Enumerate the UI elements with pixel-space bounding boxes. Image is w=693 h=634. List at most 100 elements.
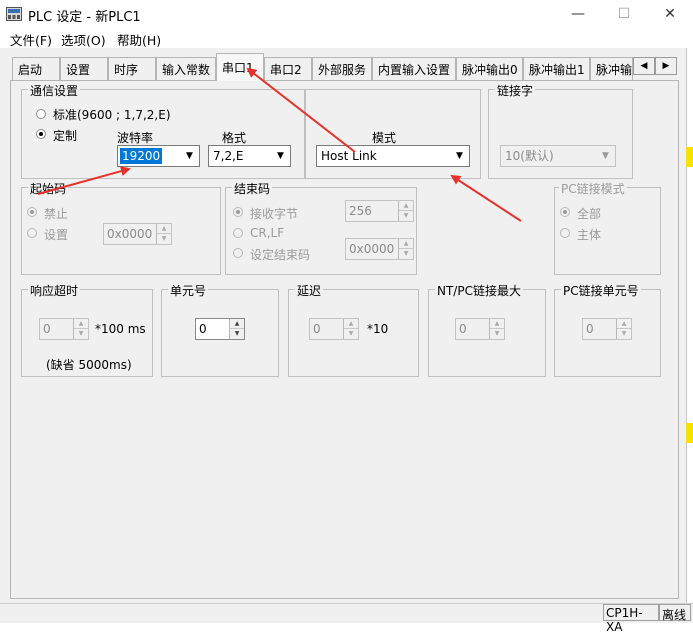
- status-model: CP1H-XA: [603, 604, 659, 634]
- comm-settings-label: 通信设置: [28, 82, 81, 99]
- format-label: 格式: [222, 131, 247, 145]
- spin-up-icon[interactable]: ▲: [399, 239, 413, 249]
- pc-link-unit-input[interactable]: 0 ▲ ▼: [582, 318, 632, 340]
- set-end-code-radio[interactable]: [233, 248, 243, 258]
- background-highlight: [686, 147, 693, 167]
- pc-link-all-label: 全部: [577, 207, 602, 221]
- menu-options[interactable]: 选项(O): [61, 30, 106, 49]
- nt-pc-link-max-label: NT/PC链接最大: [435, 282, 523, 299]
- pc-link-mode-label: PC链接模式: [559, 180, 627, 197]
- set-end-code-label: 设定结束码: [250, 248, 311, 262]
- nt-pc-link-max-input[interactable]: 0 ▲ ▼: [455, 318, 505, 340]
- title-bar: PLC 设定 - 新PLC1 — ☐ ✕: [0, 0, 693, 28]
- end-code-label: 结束码: [232, 180, 273, 197]
- chevron-down-icon[interactable]: ▼: [597, 147, 614, 165]
- start-code-group: 起始码 禁止 设置 0x0000 ▲ ▼: [21, 180, 221, 275]
- tab-timing[interactable]: 时序: [108, 57, 156, 80]
- custom-label: 定制: [53, 129, 78, 143]
- spin-down-icon[interactable]: ▼: [617, 329, 631, 339]
- pc-link-all-radio[interactable]: [560, 207, 570, 217]
- tab-external-service[interactable]: 外部服务: [312, 57, 372, 80]
- spin-up-icon[interactable]: ▲: [490, 319, 504, 329]
- custom-radio[interactable]: [36, 129, 46, 139]
- spin-down-icon[interactable]: ▼: [399, 211, 413, 221]
- close-button[interactable]: ✕: [647, 0, 693, 28]
- tab-serial-port-2[interactable]: 串口2: [264, 57, 312, 80]
- nt-pc-link-max-group: NT/PC链接最大 0 ▲ ▼: [428, 282, 546, 377]
- tab-pulse-output-1[interactable]: 脉冲输出1: [523, 57, 590, 80]
- baud-rate-select[interactable]: 19200 ▼: [117, 145, 200, 167]
- response-timeout-note: (缺省 5000ms): [46, 358, 132, 372]
- tab-settings[interactable]: 设置: [60, 57, 108, 80]
- tab-pulse-output-0[interactable]: 脉冲输出0: [456, 57, 523, 80]
- link-word-select[interactable]: 10(默认) ▼: [500, 145, 616, 167]
- tab-startup[interactable]: 启动: [12, 57, 60, 80]
- response-timeout-value: 0: [43, 322, 51, 336]
- background-highlight: [686, 423, 693, 443]
- tab-scroll-right-icon[interactable]: ▶: [655, 57, 677, 75]
- unit-number-input[interactable]: 0 ▲ ▼: [195, 318, 245, 340]
- delay-label: 延迟: [295, 282, 324, 299]
- nt-pc-link-max-value: 0: [459, 322, 467, 336]
- spin-up-icon[interactable]: ▲: [74, 319, 88, 329]
- pc-link-master-radio[interactable]: [560, 228, 570, 238]
- end-code-group: 结束码 接收字节 256 ▲ ▼ CR,LF 设定结束码 0x0000 ▲ ▼: [225, 180, 417, 275]
- tab-pulse-output-more[interactable]: 脉冲输出: [590, 57, 633, 80]
- response-timeout-input[interactable]: 0 ▲ ▼: [39, 318, 89, 340]
- pc-link-mode-group: PC链接模式 全部 主体: [554, 180, 661, 275]
- end-code-input[interactable]: 0x0000 ▲ ▼: [345, 238, 414, 260]
- start-code-disable-radio[interactable]: [27, 207, 37, 217]
- mode-label: 模式: [372, 131, 397, 145]
- delay-value: 0: [313, 322, 321, 336]
- spin-down-icon[interactable]: ▼: [490, 329, 504, 339]
- link-word-label: 链接字: [495, 82, 536, 99]
- start-code-value: 0x0000: [107, 227, 153, 241]
- tab-builtin-input[interactable]: 内置输入设置: [372, 57, 456, 80]
- delay-input[interactable]: 0 ▲ ▼: [309, 318, 359, 340]
- tab-input-constants[interactable]: 输入常数: [156, 57, 216, 80]
- response-timeout-group: 响应超时 0 ▲ ▼ *100 ms (缺省 5000ms): [21, 282, 153, 377]
- serial-port-1-panel: 通信设置 标准(9600 ; 1,7,2,E) 定制 波特率 19200 ▼ 格…: [10, 80, 679, 599]
- spin-down-icon[interactable]: ▼: [74, 329, 88, 339]
- pc-link-unit-group: PC链接单元号 0 ▲ ▼: [554, 282, 661, 377]
- tab-serial-port-1[interactable]: 串口1: [216, 53, 264, 81]
- menu-file[interactable]: 文件(F): [10, 30, 52, 49]
- spin-up-icon[interactable]: ▲: [399, 201, 413, 211]
- spin-up-icon[interactable]: ▲: [157, 224, 171, 234]
- chevron-down-icon[interactable]: ▼: [451, 147, 468, 165]
- spin-down-icon[interactable]: ▼: [399, 249, 413, 259]
- pc-link-unit-value: 0: [586, 322, 594, 336]
- window-title: PLC 设定 - 新PLC1: [28, 10, 141, 25]
- chevron-down-icon[interactable]: ▼: [181, 147, 198, 165]
- delay-unit: *10: [367, 322, 389, 336]
- spin-down-icon[interactable]: ▼: [344, 329, 358, 339]
- recv-bytes-input[interactable]: 256 ▲ ▼: [345, 200, 414, 222]
- recv-bytes-radio[interactable]: [233, 207, 243, 217]
- spin-up-icon[interactable]: ▲: [230, 319, 244, 329]
- start-code-set-label: 设置: [44, 228, 69, 242]
- start-code-disable-label: 禁止: [44, 207, 69, 221]
- tab-scroll-left-icon[interactable]: ◀: [633, 57, 655, 75]
- comm-settings-group: 通信设置 标准(9600 ; 1,7,2,E) 定制 波特率 19200 ▼ 格…: [21, 82, 305, 179]
- mode-group: 模式 Host Link ▼: [305, 89, 481, 179]
- format-select[interactable]: 7,2,E ▼: [208, 145, 291, 167]
- spin-up-icon[interactable]: ▲: [344, 319, 358, 329]
- delay-group: 延迟 0 ▲ ▼ *10: [288, 282, 419, 377]
- recv-bytes-value: 256: [349, 204, 372, 218]
- menu-help[interactable]: 帮助(H): [117, 30, 161, 49]
- format-value: 7,2,E: [213, 149, 244, 163]
- crlf-radio[interactable]: [233, 228, 243, 238]
- crlf-label: CR,LF: [250, 226, 285, 240]
- standard-radio[interactable]: [36, 109, 46, 119]
- response-timeout-label: 响应超时: [28, 282, 81, 299]
- chevron-down-icon[interactable]: ▼: [272, 147, 289, 165]
- spin-down-icon[interactable]: ▼: [230, 329, 244, 339]
- spin-up-icon[interactable]: ▲: [617, 319, 631, 329]
- mode-select[interactable]: Host Link ▼: [316, 145, 470, 167]
- minimize-button[interactable]: —: [555, 0, 601, 28]
- menu-bar: 文件(F) 选项(O) 帮助(H): [0, 28, 693, 48]
- maximize-button[interactable]: ☐: [601, 0, 647, 28]
- start-code-set-radio[interactable]: [27, 228, 37, 238]
- start-code-input[interactable]: 0x0000 ▲ ▼: [103, 223, 172, 245]
- spin-down-icon[interactable]: ▼: [157, 234, 171, 244]
